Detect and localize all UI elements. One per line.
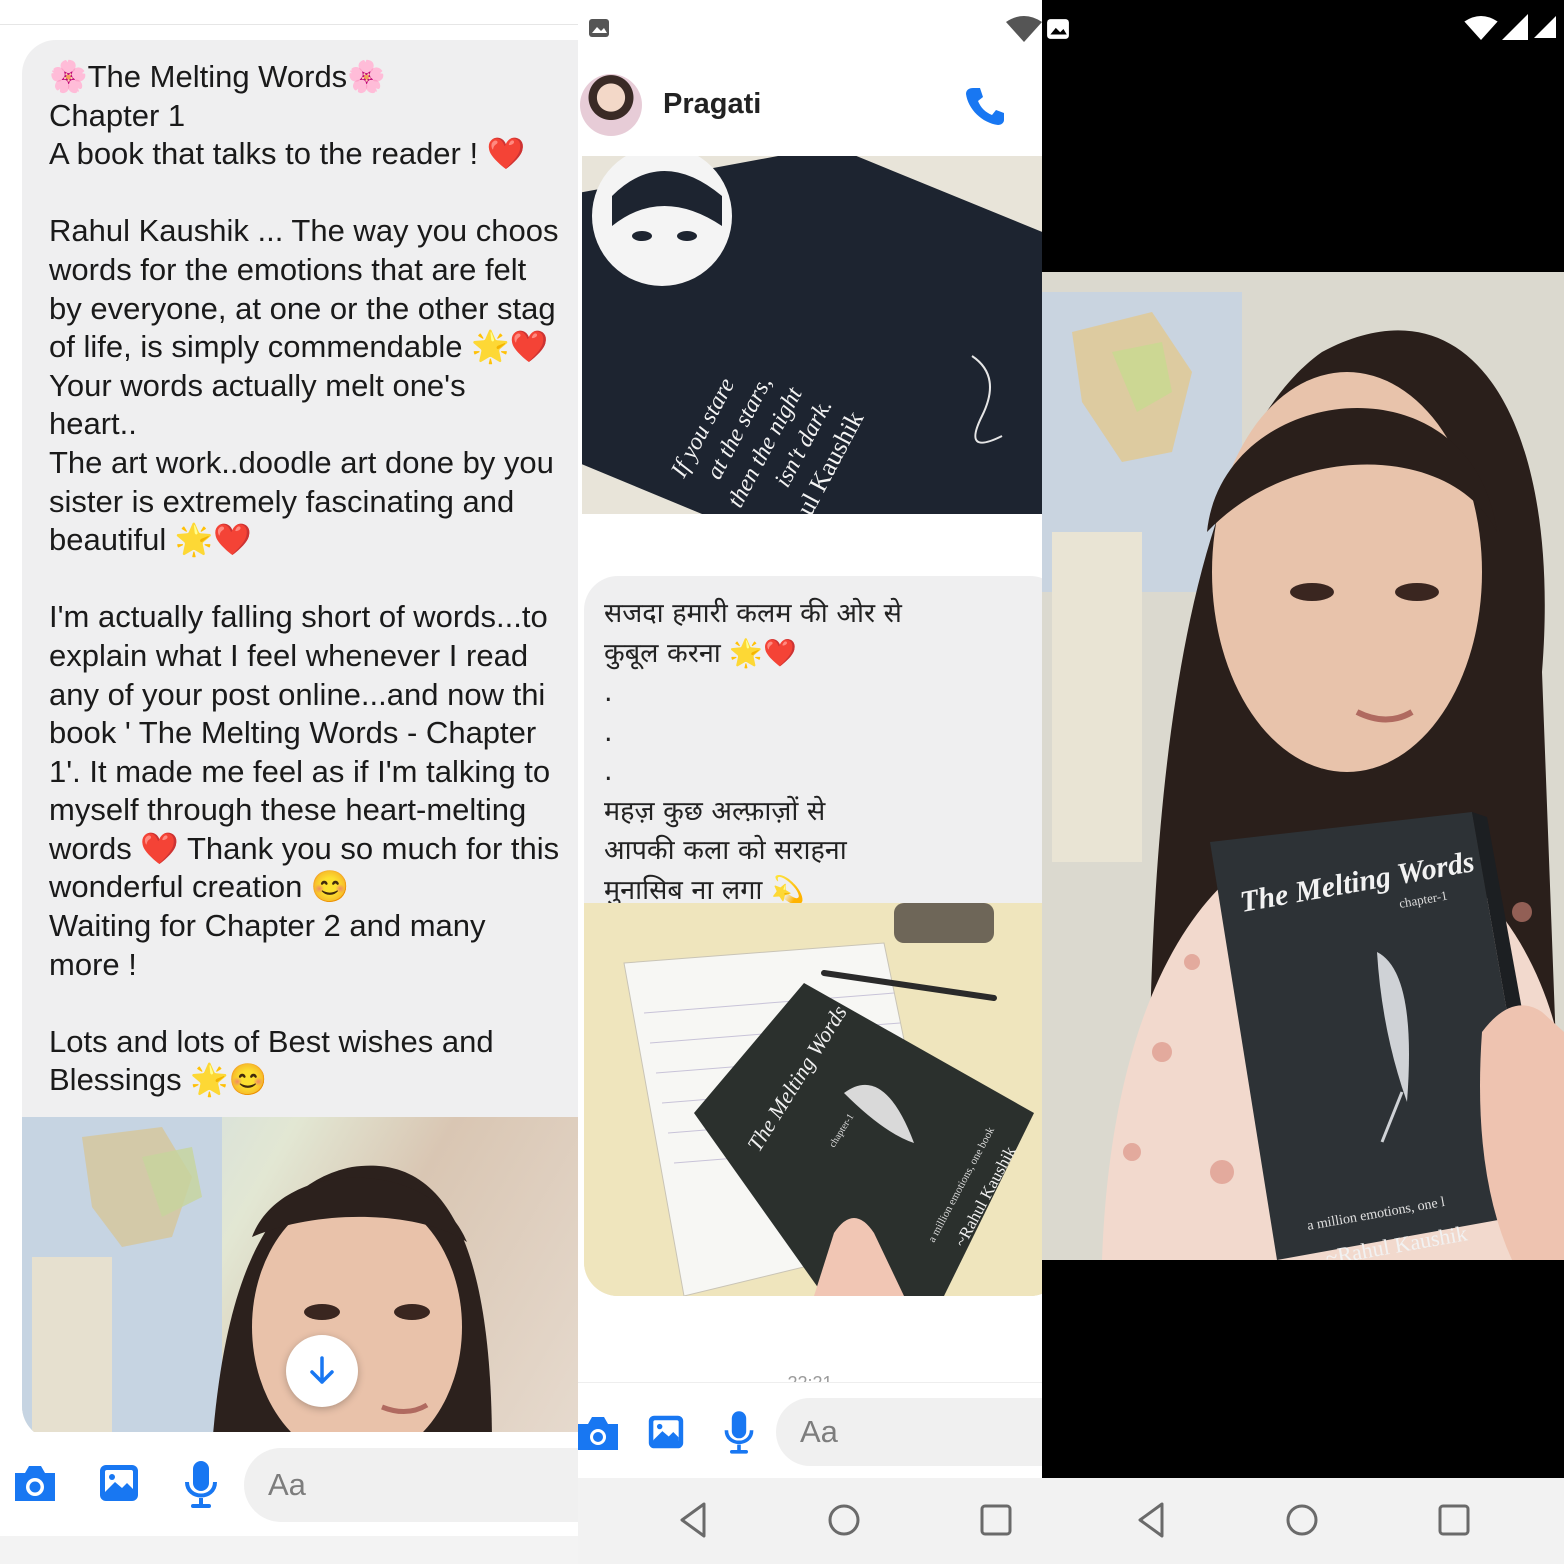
bottom-strip [0, 1536, 578, 1564]
wifi-icon [1464, 16, 1498, 40]
status-bar [1042, 0, 1564, 60]
home-nav-icon[interactable] [822, 1498, 866, 1542]
chat-header: Pragati [578, 58, 1042, 154]
bookmark-graphic: If you stare at the stars, then the nigh… [582, 156, 1042, 514]
left-chat-panel: 🌸The Melting Words🌸 Chapter 1 A book tha… [0, 0, 578, 1564]
status-bar [578, 0, 1042, 58]
gallery-notification-icon [589, 19, 609, 37]
camera-icon [15, 1466, 55, 1501]
image-icon [648, 1415, 684, 1449]
middle-chat-panel: Pragati If you stare at the stars, then … [578, 0, 1042, 1564]
full-photo[interactable]: The Melting Words chapter-1 a million em… [1042, 272, 1564, 1260]
recents-nav-icon[interactable] [1432, 1498, 1476, 1542]
contact-avatar[interactable] [580, 74, 642, 136]
camera-button[interactable] [10, 1458, 60, 1508]
navigation-bar [578, 1478, 1042, 1564]
arrow-down-icon [310, 1356, 334, 1384]
book-photo-graphic: The Melting Words chapter-1 a million em… [584, 903, 1042, 1296]
navigation-bar [1042, 1478, 1564, 1564]
contact-name[interactable]: Pragati [663, 88, 761, 121]
phone-call-icon[interactable] [964, 85, 1006, 127]
camera-icon [578, 1417, 618, 1450]
book-photo[interactable]: The Melting Words chapter-1 a million em… [584, 903, 1042, 1296]
voice-button[interactable] [178, 1456, 224, 1512]
message-input-placeholder: Aa [268, 1467, 306, 1502]
message-timestamp: 22:21 [578, 1368, 1042, 1382]
photo-viewer-panel: The Melting Words chapter-1 a million em… [1042, 0, 1564, 1564]
wifi-icon [1006, 16, 1042, 42]
home-nav-icon[interactable] [1280, 1498, 1324, 1542]
selfie-with-book-graphic: The Melting Words chapter-1 a million em… [1042, 272, 1564, 1260]
camera-button[interactable] [578, 1410, 618, 1456]
message-bubble[interactable]: सजदा हमारी कलम की ओर से कुबूल करना 🌟❤️ .… [584, 576, 1042, 1296]
gallery-button[interactable] [94, 1458, 144, 1508]
recents-nav-icon[interactable] [974, 1498, 1018, 1542]
back-nav-icon[interactable] [1130, 1498, 1174, 1542]
message-input-placeholder: Aa [800, 1414, 838, 1449]
gallery-button[interactable] [644, 1410, 688, 1454]
gallery-notification-icon [1047, 19, 1069, 39]
message-text: सजदा हमारी कलम की ओर से कुबूल करना 🌟❤️ .… [604, 598, 902, 906]
microphone-icon [724, 1411, 754, 1454]
message-input[interactable]: Aa [244, 1448, 578, 1522]
voice-button[interactable] [720, 1406, 758, 1458]
back-nav-icon[interactable] [672, 1498, 716, 1542]
top-strip [0, 0, 578, 25]
message-text: 🌸The Melting Words🌸 Chapter 1 A book tha… [49, 59, 560, 1098]
scroll-down-button[interactable] [286, 1335, 358, 1407]
message-bubble[interactable]: 🌸The Melting Words🌸 Chapter 1 A book tha… [22, 40, 578, 1440]
message-input[interactable]: Aa [776, 1398, 1042, 1466]
signal-icon [1502, 14, 1528, 40]
microphone-icon [185, 1461, 217, 1508]
bookmark-photo[interactable]: If you stare at the stars, then the nigh… [582, 156, 1042, 514]
signal-icon-secondary [1534, 16, 1556, 38]
image-icon [100, 1465, 138, 1501]
